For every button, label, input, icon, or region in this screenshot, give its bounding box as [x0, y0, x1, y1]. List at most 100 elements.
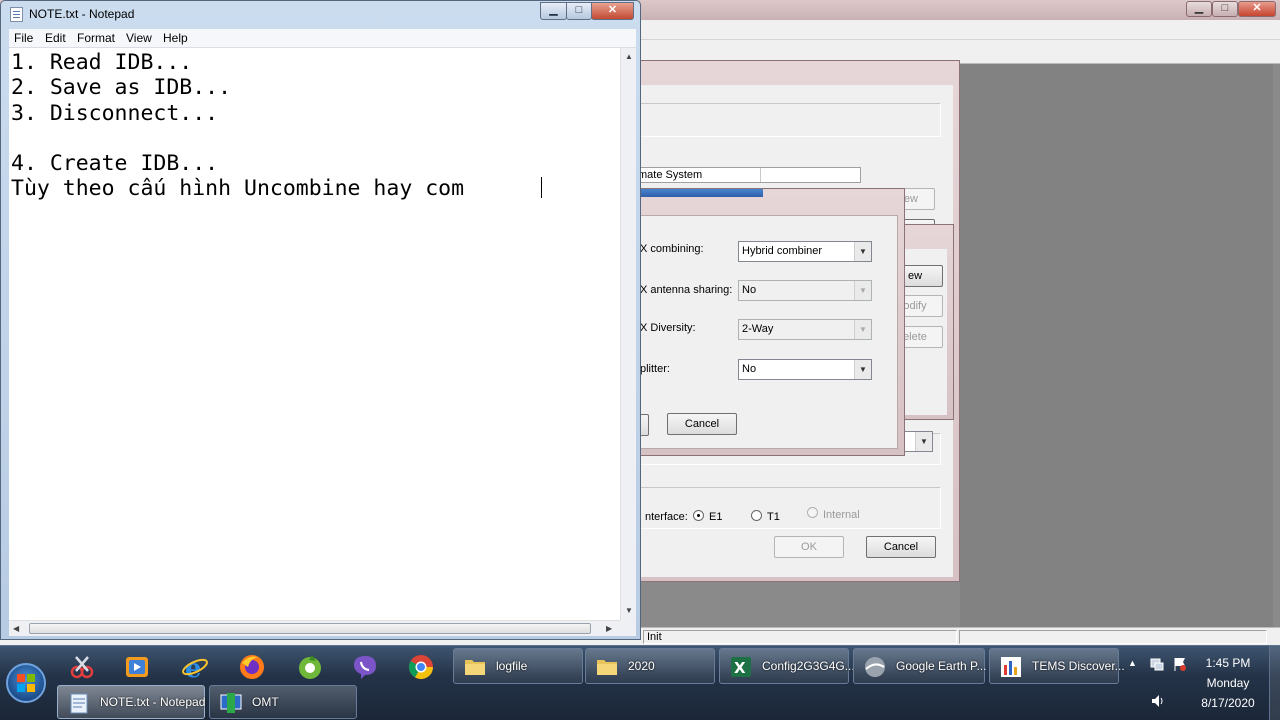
notepad-menu-bar: File Edit Format View Help — [9, 29, 636, 48]
clock-date[interactable]: 8/17/2020 — [1188, 696, 1268, 710]
omt-workspace — [960, 64, 1273, 627]
tx-combining-value: Hybrid combiner — [742, 245, 823, 257]
menu-view[interactable]: View — [126, 31, 152, 45]
horizontal-scroll-thumb[interactable] — [29, 623, 591, 634]
chevron-down-icon: ▼ — [854, 242, 871, 261]
folder-icon — [597, 660, 617, 675]
notepad-text-area[interactable]: 1. Read IDB... 2. Save as IDB... 3. Disc… — [9, 48, 636, 620]
taskbar-label-google-earth: Google Earth P... — [896, 659, 987, 673]
flag-icon[interactable] — [1172, 656, 1188, 672]
list-header-label: mate System — [638, 169, 703, 181]
folder-icon — [465, 660, 485, 675]
taskbar-label-2020: 2020 — [628, 659, 655, 673]
chevron-down-icon: ▼ — [915, 432, 932, 451]
menu-edit[interactable]: Edit — [45, 31, 66, 45]
rx-diversity-label: X Diversity: — [640, 322, 696, 334]
internet-explorer-icon[interactable]: e — [177, 650, 213, 684]
tx-antenna-sharing-label: X antenna sharing: — [640, 284, 733, 296]
taskbar-button-notepad[interactable]: NOTE.txt - Notepad — [57, 685, 205, 719]
notepad-close-button[interactable]: ✕ — [591, 2, 634, 20]
media-player-icon[interactable] — [119, 650, 155, 684]
show-hidden-icons-arrow[interactable]: ▲ — [1128, 658, 1137, 668]
tx-combining-dropdown[interactable]: Hybrid combiner ▼ — [738, 241, 872, 262]
taskbar-button-logfile[interactable]: logfile — [453, 648, 583, 684]
taskbar-label-omt: OMT — [252, 695, 279, 709]
scroll-left-arrow-icon[interactable]: ◀ — [13, 624, 19, 633]
notepad-maximize-button[interactable]: □ — [566, 2, 592, 20]
rx-diversity-dropdown[interactable]: 2-Way ▼ — [738, 319, 872, 340]
chrome-icon[interactable] — [403, 650, 439, 684]
menu-help[interactable]: Help — [163, 31, 188, 45]
combiner-dialog-body: X combining: Hybrid combiner ▼ X antenna… — [629, 215, 898, 449]
snipping-tool-icon[interactable] — [64, 650, 100, 684]
combiner-dialog: X combining: Hybrid combiner ▼ X antenna… — [620, 188, 905, 456]
notepad-minimize-button[interactable]: ▁ — [540, 2, 567, 20]
chevron-down-icon: ▼ — [854, 281, 871, 300]
notepad-text-content[interactable]: 1. Read IDB... 2. Save as IDB... 3. Disc… — [11, 50, 616, 202]
tx-antenna-sharing-dropdown[interactable]: No ▼ — [738, 280, 872, 301]
clock-time[interactable]: 1:45 PM — [1188, 656, 1268, 670]
taskbar-button-tems[interactable]: TEMS Discover... — [989, 648, 1125, 684]
config-cancel-button[interactable]: Cancel — [866, 536, 936, 558]
show-desktop-button[interactable] — [1269, 646, 1280, 720]
omt-close-button[interactable]: ✕ — [1238, 1, 1276, 17]
taskbar-label-notepad: NOTE.txt - Notepad — [100, 695, 206, 709]
scroll-right-arrow-icon[interactable]: ▶ — [606, 624, 612, 633]
scrollbar-corner — [620, 620, 636, 636]
volume-icon[interactable] — [1150, 693, 1166, 709]
notepad-title: NOTE.txt - Notepad — [29, 7, 135, 21]
taskbar-label-excel: Config2G3G4G... — [762, 659, 855, 673]
notepad-icon — [70, 693, 88, 714]
taskbar-button-2020[interactable]: 2020 — [585, 648, 715, 684]
splitter-label: plitter: — [640, 363, 670, 375]
radio-internal-label: Internal — [823, 509, 860, 521]
top-group-box — [631, 103, 941, 137]
scroll-down-arrow-icon[interactable]: ▼ — [625, 606, 633, 615]
splitter-dropdown[interactable]: No ▼ — [738, 359, 872, 380]
notepad-window: NOTE.txt - Notepad ▁ □ ✕ File Edit Forma… — [0, 0, 641, 640]
notepad-icon — [10, 7, 23, 22]
radio-e1[interactable] — [693, 510, 704, 521]
google-earth-icon — [865, 657, 885, 677]
tx-antenna-sharing-value: No — [742, 284, 757, 296]
chevron-down-icon: ▼ — [854, 360, 871, 379]
svg-text:e: e — [185, 654, 202, 681]
notepad-horizontal-scrollbar[interactable]: ◀ ▶ — [9, 620, 620, 636]
excel-icon: X — [731, 657, 751, 677]
taskbar-label-tems: TEMS Discover... — [1032, 659, 1125, 673]
tx-combining-label: X combining: — [640, 243, 704, 255]
omt-maximize-button[interactable]: □ — [1212, 1, 1238, 17]
firefox-icon[interactable] — [234, 650, 270, 684]
combiner-cancel-button[interactable]: Cancel — [667, 413, 737, 435]
taskbar-button-omt[interactable]: OMT — [209, 685, 357, 719]
interface-label: nterface: — [645, 511, 688, 523]
svg-text:X: X — [734, 659, 746, 677]
status-label: Init — [647, 631, 662, 643]
splitter-value: No — [742, 363, 757, 375]
list-header: mate System — [631, 167, 861, 183]
chevron-down-icon: ▼ — [854, 320, 871, 339]
notepad-vertical-scrollbar[interactable]: ▲ ▼ — [620, 48, 636, 620]
radio-internal — [807, 507, 818, 518]
taskbar-label-logfile: logfile — [496, 659, 528, 673]
taskbar-button-excel[interactable]: X Config2G3G4G... — [719, 648, 855, 684]
network-icon[interactable] — [1149, 656, 1165, 672]
ok-button-partial[interactable] — [640, 414, 649, 436]
omt-icon — [220, 693, 242, 713]
menu-format[interactable]: Format — [77, 31, 115, 45]
taskbar-button-google-earth[interactable]: Google Earth P... — [853, 648, 987, 684]
ok-button[interactable]: OK — [774, 536, 844, 558]
menu-file[interactable]: File — [14, 31, 33, 45]
list-header-divider — [760, 168, 761, 182]
status-text: Init — [643, 630, 957, 644]
radio-t1[interactable] — [751, 510, 762, 521]
text-caret — [541, 177, 542, 198]
status-cell-2 — [959, 630, 1267, 644]
omt-minimize-button[interactable]: ▁ — [1186, 1, 1212, 17]
coccoc-icon[interactable] — [292, 650, 328, 684]
tems-icon — [1001, 657, 1021, 677]
scroll-up-arrow-icon[interactable]: ▲ — [625, 52, 633, 61]
start-button[interactable] — [6, 663, 46, 703]
clock-day[interactable]: Monday — [1188, 676, 1268, 690]
viber-icon[interactable] — [347, 650, 383, 684]
